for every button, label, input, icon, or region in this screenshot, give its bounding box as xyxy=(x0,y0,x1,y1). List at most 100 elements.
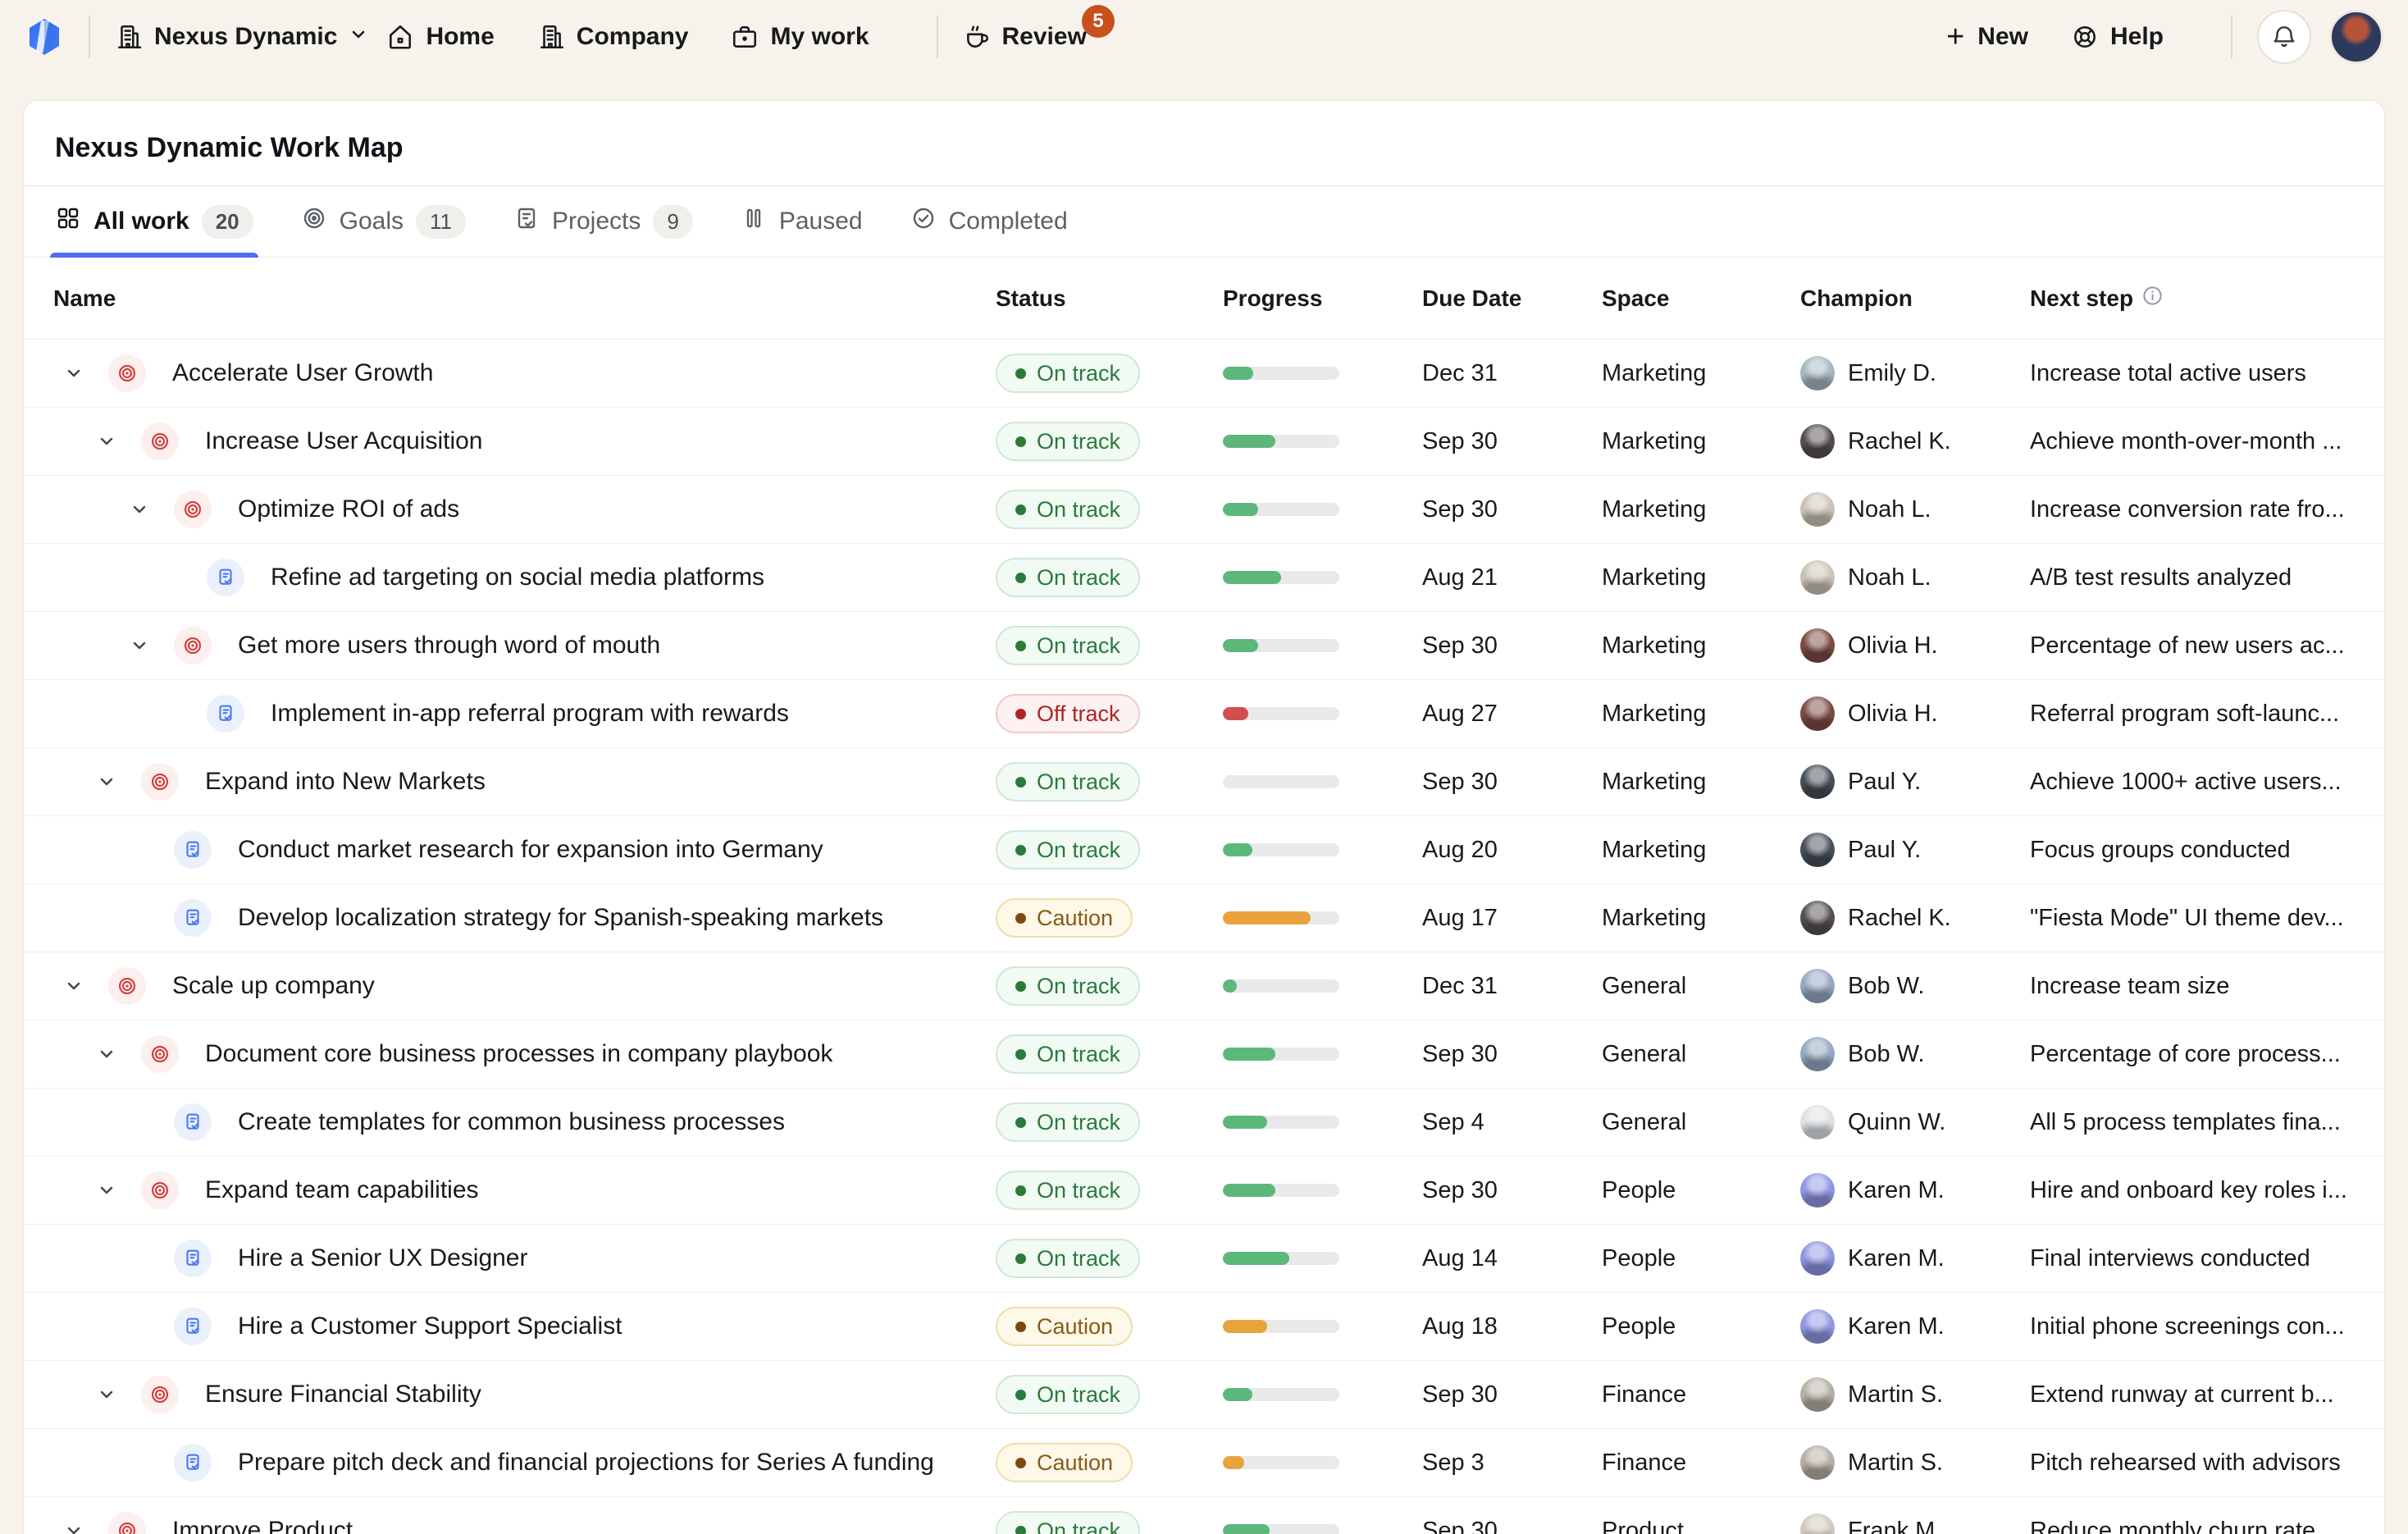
nav-item-review[interactable]: Review 5 xyxy=(963,23,1087,51)
row-champion-cell: Martin S. xyxy=(1800,1377,2030,1412)
progress-bar xyxy=(1223,843,1339,856)
row-due-date: Sep 30 xyxy=(1422,632,1602,660)
row-progress-cell xyxy=(1223,1456,1422,1469)
table-row[interactable]: Implement in-app referral program with r… xyxy=(24,680,2384,748)
tab-all-work[interactable]: All work 20 xyxy=(55,186,253,257)
progress-bar xyxy=(1223,639,1339,652)
table-row[interactable]: Document core business processes in comp… xyxy=(24,1020,2384,1089)
row-type-icon xyxy=(207,559,244,596)
tab-icon xyxy=(741,205,767,238)
table-row[interactable]: Expand team capabilities On track Sep 30… xyxy=(24,1157,2384,1225)
tab-projects[interactable]: Projects 9 xyxy=(513,186,693,257)
status-badge: On track xyxy=(996,1375,1140,1414)
table-row[interactable]: Accelerate User Growth On track Dec 31 M… xyxy=(24,340,2384,408)
row-name-cell: Develop localization strategy for Spanis… xyxy=(53,899,996,937)
expand-chevron-icon[interactable] xyxy=(97,772,116,792)
progress-fill xyxy=(1223,1116,1267,1129)
row-name: Develop localization strategy for Spanis… xyxy=(238,904,883,932)
table-row[interactable]: Improve Product On track Sep 30 Product … xyxy=(24,1497,2384,1534)
table-row[interactable]: Hire a Customer Support Specialist Cauti… xyxy=(24,1293,2384,1361)
row-next-step: Focus groups conducted xyxy=(2030,837,2355,864)
row-due-date: Aug 27 xyxy=(1422,701,1602,728)
tab-goals[interactable]: Goals 11 xyxy=(301,186,466,257)
progress-fill xyxy=(1223,1184,1275,1197)
table-row[interactable]: Prepare pitch deck and financial project… xyxy=(24,1429,2384,1497)
column-header-due-date[interactable]: Due Date xyxy=(1422,285,1602,312)
row-champion-cell: Rachel K. xyxy=(1800,424,2030,459)
nav-label: Company xyxy=(577,23,689,51)
row-progress-cell xyxy=(1223,1524,1422,1534)
row-due-date: Sep 30 xyxy=(1422,428,1602,455)
column-header-name[interactable]: Name xyxy=(53,285,996,312)
coffee-icon xyxy=(963,23,991,51)
row-name-cell: Document core business processes in comp… xyxy=(53,1035,996,1073)
row-name: Ensure Financial Stability xyxy=(205,1381,481,1408)
tab-count-badge: 9 xyxy=(653,205,692,239)
table-row[interactable]: Expand into New Markets On track Sep 30 … xyxy=(24,748,2384,816)
status-label: On track xyxy=(1037,429,1120,454)
user-avatar[interactable] xyxy=(2329,10,2383,64)
row-space: Product xyxy=(1602,1518,1800,1534)
column-header-progress[interactable]: Progress xyxy=(1223,285,1422,312)
row-type-icon xyxy=(174,1308,212,1345)
status-dot-icon xyxy=(1015,913,1026,924)
table-row[interactable]: Refine ad targeting on social media plat… xyxy=(24,544,2384,612)
help-button[interactable]: Help xyxy=(2071,23,2164,51)
nav-item-my-work[interactable]: My work xyxy=(731,23,869,51)
row-name-cell: Create templates for common business pro… xyxy=(53,1103,996,1141)
app-logo-icon[interactable] xyxy=(25,17,64,57)
row-status-cell: On track xyxy=(996,422,1223,461)
table-row[interactable]: Create templates for common business pro… xyxy=(24,1089,2384,1157)
row-due-date: Sep 30 xyxy=(1422,1041,1602,1068)
expand-chevron-icon[interactable] xyxy=(97,1385,116,1404)
status-badge: On track xyxy=(996,558,1140,597)
avatar xyxy=(1800,696,1835,731)
avatar xyxy=(1800,1309,1835,1344)
nav-item-company[interactable]: Company xyxy=(537,23,689,51)
new-button[interactable]: + New xyxy=(1946,21,2028,53)
status-badge: On track xyxy=(996,1171,1140,1210)
champion-name: Rachel K. xyxy=(1848,905,1951,932)
expand-chevron-icon[interactable] xyxy=(97,431,116,451)
row-space: Marketing xyxy=(1602,769,1800,796)
row-name-cell: Accelerate User Growth xyxy=(53,354,996,392)
tab-completed[interactable]: Completed xyxy=(910,186,1068,257)
column-header-next-step[interactable]: Next step xyxy=(2030,285,2355,313)
nav-label: Home xyxy=(426,23,494,51)
column-header-status[interactable]: Status xyxy=(996,285,1223,312)
expand-chevron-icon[interactable] xyxy=(97,1044,116,1064)
table-row[interactable]: Ensure Financial Stability On track Sep … xyxy=(24,1361,2384,1429)
expand-chevron-icon[interactable] xyxy=(130,636,149,655)
row-status-cell: On track xyxy=(996,1511,1223,1534)
row-progress-cell xyxy=(1223,1252,1422,1265)
column-header-champion[interactable]: Champion xyxy=(1800,285,2030,312)
row-status-cell: Caution xyxy=(996,1307,1223,1346)
tab-paused[interactable]: Paused xyxy=(741,186,863,257)
expand-chevron-icon[interactable] xyxy=(130,500,149,519)
status-label: On track xyxy=(1037,974,1120,999)
status-dot-icon xyxy=(1015,1322,1026,1332)
expand-chevron-icon[interactable] xyxy=(64,976,84,996)
table-row[interactable]: Conduct market research for expansion in… xyxy=(24,816,2384,884)
row-champion-cell: Noah L. xyxy=(1800,492,2030,527)
row-name: Prepare pitch deck and financial project… xyxy=(238,1449,934,1477)
expand-chevron-icon[interactable] xyxy=(64,363,84,383)
table-row[interactable]: Increase User Acquisition On track Sep 3… xyxy=(24,408,2384,476)
nav-item-home[interactable]: Home xyxy=(386,23,494,51)
progress-fill xyxy=(1223,503,1258,516)
expand-chevron-icon[interactable] xyxy=(64,1521,84,1534)
nav-label: Review xyxy=(1002,23,1087,51)
next-step-label: Next step xyxy=(2030,285,2133,312)
table-row[interactable]: Develop localization strategy for Spanis… xyxy=(24,884,2384,952)
row-next-step: A/B test results analyzed xyxy=(2030,564,2355,591)
table-row[interactable]: Scale up company On track Dec 31 General… xyxy=(24,952,2384,1020)
workspace-switcher[interactable]: Nexus Dynamic xyxy=(115,23,368,51)
table-row[interactable]: Get more users through word of mouth On … xyxy=(24,612,2384,680)
table-row[interactable]: Hire a Senior UX Designer On track Aug 1… xyxy=(24,1225,2384,1293)
table-row[interactable]: Optimize ROI of ads On track Sep 30 Mark… xyxy=(24,476,2384,544)
active-tab-underline xyxy=(50,253,258,258)
column-header-space[interactable]: Space xyxy=(1602,285,1800,312)
expand-chevron-icon[interactable] xyxy=(97,1180,116,1200)
status-badge: On track xyxy=(996,762,1140,801)
notifications-button[interactable] xyxy=(2257,10,2311,64)
